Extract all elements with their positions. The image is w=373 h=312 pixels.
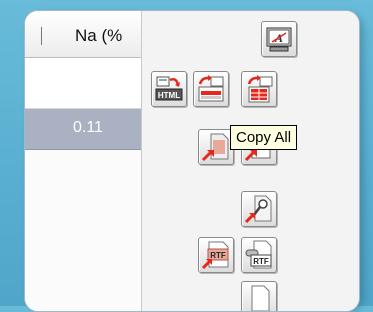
cell-value: 0.11: [73, 119, 103, 136]
table-row-selected[interactable]: 0.11: [25, 109, 141, 150]
rtf-copy-button[interactable]: RTF: [241, 237, 277, 273]
copy-selection-icon: [198, 75, 224, 102]
screen-font-icon: A: [266, 27, 292, 52]
document-button[interactable]: [241, 281, 277, 311]
column-separator[interactable]: [41, 27, 42, 45]
data-grid: Na (% 0.11: [25, 11, 142, 311]
html-export-button[interactable]: HTML: [151, 71, 187, 107]
copy-all-icon: [247, 75, 273, 103]
column-header-label: Na (%: [75, 26, 123, 45]
export-document-button[interactable]: [198, 129, 234, 165]
copy-all-tooltip: Copy All: [230, 125, 298, 150]
export-toolbar: HTML RTF RTF: [142, 11, 359, 311]
copy-selection-button[interactable]: [193, 71, 229, 107]
column-header[interactable]: Na (%: [25, 11, 141, 58]
table-row[interactable]: [25, 58, 141, 109]
svg-text:HTML: HTML: [158, 91, 180, 100]
tool-export-icon: [244, 195, 272, 224]
table-row[interactable]: [25, 150, 141, 311]
svg-text:RTF: RTF: [210, 251, 226, 260]
data-window: Na (% 0.11 HTML RTF RTF: [24, 10, 360, 312]
rtf-export-icon: RTF: [201, 241, 229, 270]
copy-all-button[interactable]: [241, 71, 277, 107]
document-icon: [251, 285, 270, 311]
document-export-icon: [201, 133, 229, 162]
screen-font-button[interactable]: A: [261, 21, 297, 57]
html-export-icon: HTML: [155, 76, 183, 101]
svg-text:RTF: RTF: [253, 257, 269, 266]
rtf-copy-icon: RTF: [245, 240, 272, 269]
rtf-export-button[interactable]: RTF: [198, 237, 234, 273]
tool-export-button[interactable]: [241, 191, 277, 227]
